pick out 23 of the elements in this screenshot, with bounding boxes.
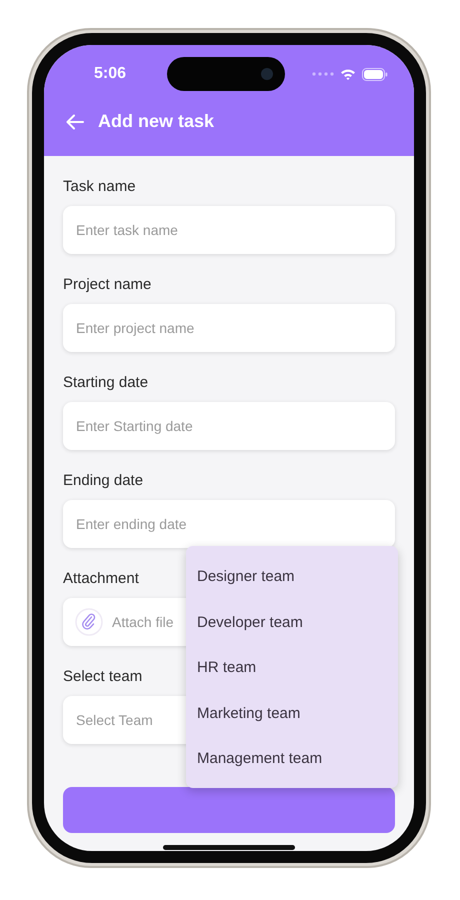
back-arrow-icon[interactable] <box>66 114 84 130</box>
menu-item[interactable]: Developer team <box>186 600 398 645</box>
field-label: Starting date <box>63 373 148 393</box>
field-label: Project name <box>63 275 152 295</box>
battery-icon <box>362 68 388 80</box>
menu-item[interactable]: Designer team <box>186 554 398 600</box>
paperclip-icon[interactable] <box>75 608 103 636</box>
camera-notch-icon <box>167 57 286 91</box>
field-label: Task name <box>63 177 136 197</box>
input-field[interactable]: Enter ending date <box>63 500 395 548</box>
menu-item[interactable]: Marketing team <box>186 690 398 736</box>
status-time: 5:06 <box>94 65 126 83</box>
field-label: Ending date <box>63 471 144 491</box>
wifi-icon <box>340 68 356 80</box>
field-label: Select team <box>63 667 142 687</box>
field-label: Attachment <box>63 569 139 589</box>
menu-item[interactable]: Management team <box>186 736 398 782</box>
menu-item[interactable]: HR team <box>186 645 398 690</box>
input-field[interactable]: Enter Starting date <box>63 402 395 450</box>
signal-icon <box>312 72 334 76</box>
input-field[interactable]: Enter task name <box>63 206 395 254</box>
input-field[interactable]: Enter project name <box>63 304 395 352</box>
page-title: Add new task <box>98 111 214 132</box>
